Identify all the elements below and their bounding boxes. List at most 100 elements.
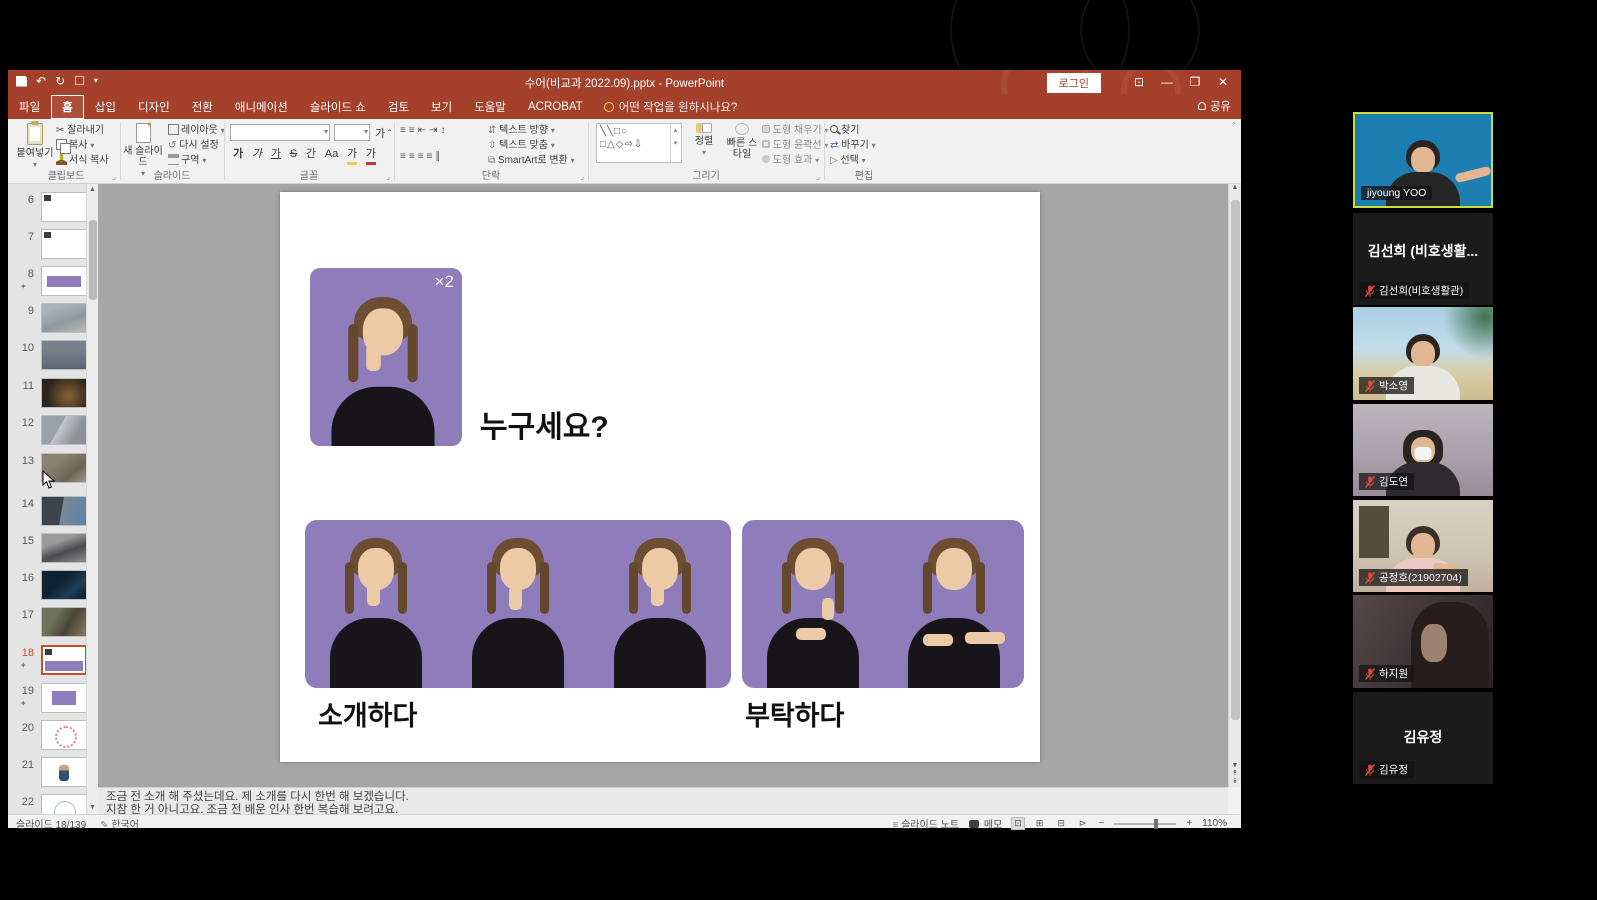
participant-tile[interactable]: 박소영: [1353, 307, 1493, 400]
font-size-combo[interactable]: [334, 124, 370, 141]
caption-introduce[interactable]: 소개하다: [318, 694, 417, 733]
scroll-down-icon[interactable]: ▼: [87, 802, 98, 814]
notes-toggle-button[interactable]: ≡ 슬라이드 노트: [892, 816, 959, 831]
copy-button[interactable]: 복사 ▾: [56, 138, 94, 153]
tab-design[interactable]: 디자인: [127, 95, 181, 119]
dialog-launcher-icon[interactable]: ⌟: [112, 172, 116, 181]
align-left-icon[interactable]: ≡: [400, 151, 409, 162]
shapes-gallery-scroll[interactable]: ▴▾: [670, 124, 681, 162]
caption-request[interactable]: 부탁하다: [745, 694, 844, 733]
replace-button[interactable]: ⇄ 바꾸기 ▾: [830, 138, 876, 153]
shape-outline-button[interactable]: 도형 윤곽선 ▾: [762, 138, 828, 153]
tab-home[interactable]: 홈: [51, 95, 84, 119]
format-painter-button[interactable]: 서식 복사: [56, 153, 109, 168]
slide-thumbnail[interactable]: 16: [8, 570, 86, 602]
slide-thumbnail-selected[interactable]: 18✦: [8, 645, 86, 677]
scroll-up-icon[interactable]: ▲: [87, 184, 98, 196]
quick-styles-button[interactable]: 빠른 스타일: [724, 123, 760, 160]
indent-decrease-icon[interactable]: ⇤: [418, 125, 429, 136]
slide-thumbnail[interactable]: 8✦: [8, 266, 86, 298]
share-button[interactable]: 공유: [1198, 98, 1231, 114]
dialog-launcher-icon[interactable]: ⌟: [386, 172, 390, 181]
zoom-level[interactable]: 110%: [1202, 818, 1227, 829]
zoom-slider-handle[interactable]: [1154, 819, 1158, 829]
slide-question-text[interactable]: 누구세요?: [480, 402, 609, 446]
slide-thumbnail[interactable]: 19✦: [8, 683, 86, 715]
slide-thumbnail[interactable]: 21: [8, 757, 86, 789]
italic-button[interactable]: 가: [252, 147, 262, 162]
highlight-color-button[interactable]: 가: [347, 147, 357, 165]
char-spacing-button[interactable]: 간: [306, 147, 316, 162]
numbering-icon[interactable]: ≡: [409, 125, 418, 136]
zoom-out-icon[interactable]: −: [1098, 818, 1104, 829]
text-direction-button[interactable]: ⇵ 텍스트 방향 ▾: [488, 123, 555, 138]
slide-thumbnail[interactable]: 15: [8, 533, 86, 565]
slide-thumbnail[interactable]: 9: [8, 303, 86, 335]
tab-acrobat[interactable]: ACROBAT: [517, 97, 594, 117]
align-text-button[interactable]: ⇳ 텍스트 맞춤 ▾: [488, 138, 555, 153]
select-button[interactable]: ▷ 선택 ▾: [830, 153, 866, 168]
memo-button[interactable]: 메모: [969, 816, 1002, 831]
participant-tile-active[interactable]: jiyoung YOO: [1353, 112, 1493, 208]
underline-button[interactable]: 가: [271, 147, 281, 162]
slide[interactable]: ×2 누구세요? 소개하다 부탁하다: [280, 192, 1040, 762]
scroll-up-icon[interactable]: ▲: [1229, 184, 1241, 191]
arrange-button[interactable]: 정렬▾: [686, 123, 722, 158]
section-button[interactable]: 구역 ▾: [168, 153, 206, 168]
columns-icon[interactable]: ∥: [435, 151, 443, 162]
shape-effects-button[interactable]: 도형 효과 ▾: [762, 153, 819, 168]
slide-thumbnail[interactable]: 12: [8, 415, 86, 447]
find-button[interactable]: 찾기: [830, 123, 859, 138]
ribbon-display-options-icon[interactable]: ⊡: [1125, 70, 1153, 94]
sign-image-single[interactable]: ×2: [310, 268, 462, 446]
participant-tile[interactable]: 김유정 김유정: [1353, 692, 1493, 784]
tell-me-box[interactable]: 어떤 작업을 원하시나요?: [604, 99, 738, 115]
thumbnail-scrollbar[interactable]: ▲ ▼: [86, 184, 98, 814]
reset-button[interactable]: ↺ 다시 설정: [168, 138, 219, 153]
dialog-launcher-icon[interactable]: ⌟: [580, 172, 584, 181]
slide-thumbnail[interactable]: 6: [8, 192, 86, 224]
sign-sequence-request[interactable]: [742, 520, 1024, 688]
restore-icon[interactable]: ❐: [1181, 70, 1209, 94]
paste-button[interactable]: 붙여넣기▾: [16, 122, 54, 170]
notes-pane[interactable]: 조금 전 소개 해 주셨는데요. 제 소개를 다시 한번 해 보겠습니다. 지참…: [98, 787, 1228, 814]
minimize-icon[interactable]: —: [1153, 70, 1181, 94]
scroll-down-icon[interactable]: ▼: [1229, 762, 1241, 769]
previous-slide-icon[interactable]: ↟: [1229, 769, 1241, 777]
indent-increase-icon[interactable]: ⇥: [429, 125, 440, 136]
font-color-button[interactable]: 가: [366, 147, 376, 165]
slide-thumbnail[interactable]: 22: [8, 794, 86, 814]
language-indicator[interactable]: 한국어: [111, 820, 139, 831]
reading-view-icon[interactable]: ⊟: [1055, 818, 1067, 829]
slide-thumbnail[interactable]: 20: [8, 720, 86, 752]
shape-fill-button[interactable]: 도형 채우기 ▾: [762, 123, 828, 138]
strikethrough-button[interactable]: S: [290, 147, 297, 162]
tab-review[interactable]: 검토: [377, 95, 420, 119]
tab-help[interactable]: 도움말: [463, 95, 517, 119]
normal-view-icon[interactable]: ⊡: [1012, 818, 1024, 829]
smartart-convert-button[interactable]: ⧉ SmartArt로 변환 ▾: [488, 153, 575, 168]
slide-sorter-icon[interactable]: ⊞: [1034, 818, 1046, 829]
sign-sequence-introduce[interactable]: [305, 520, 731, 688]
bold-button[interactable]: 가: [233, 147, 243, 162]
slide-scrollbar[interactable]: ▲ ▼ ↟ ↡: [1228, 184, 1241, 787]
ribbon-collapse-icon[interactable]: ⌃: [1230, 121, 1237, 130]
tab-view[interactable]: 보기: [420, 95, 463, 119]
slideshow-icon[interactable]: ⊳: [1077, 818, 1089, 829]
participant-tile[interactable]: 하지원: [1353, 595, 1493, 688]
font-name-combo[interactable]: [230, 124, 330, 141]
slide-thumbnail[interactable]: 7: [8, 229, 86, 261]
zoom-in-icon[interactable]: +: [1186, 818, 1192, 829]
bullets-icon[interactable]: ≡: [400, 125, 409, 136]
tab-transitions[interactable]: 전환: [181, 95, 224, 119]
login-button[interactable]: 로그인: [1047, 73, 1101, 93]
slide-thumbnail[interactable]: 17: [8, 607, 86, 639]
slide-thumbnail[interactable]: 11: [8, 378, 86, 410]
grow-font-button[interactable]: 가ˆ: [372, 125, 391, 141]
next-slide-icon[interactable]: ↡: [1229, 777, 1241, 785]
slide-thumbnail[interactable]: 14: [8, 496, 86, 528]
slide-thumbnail[interactable]: 13: [8, 453, 86, 485]
participant-tile[interactable]: 김도연: [1353, 404, 1493, 496]
align-center-icon[interactable]: ≡: [409, 151, 418, 162]
tab-file[interactable]: 파일: [8, 95, 51, 119]
